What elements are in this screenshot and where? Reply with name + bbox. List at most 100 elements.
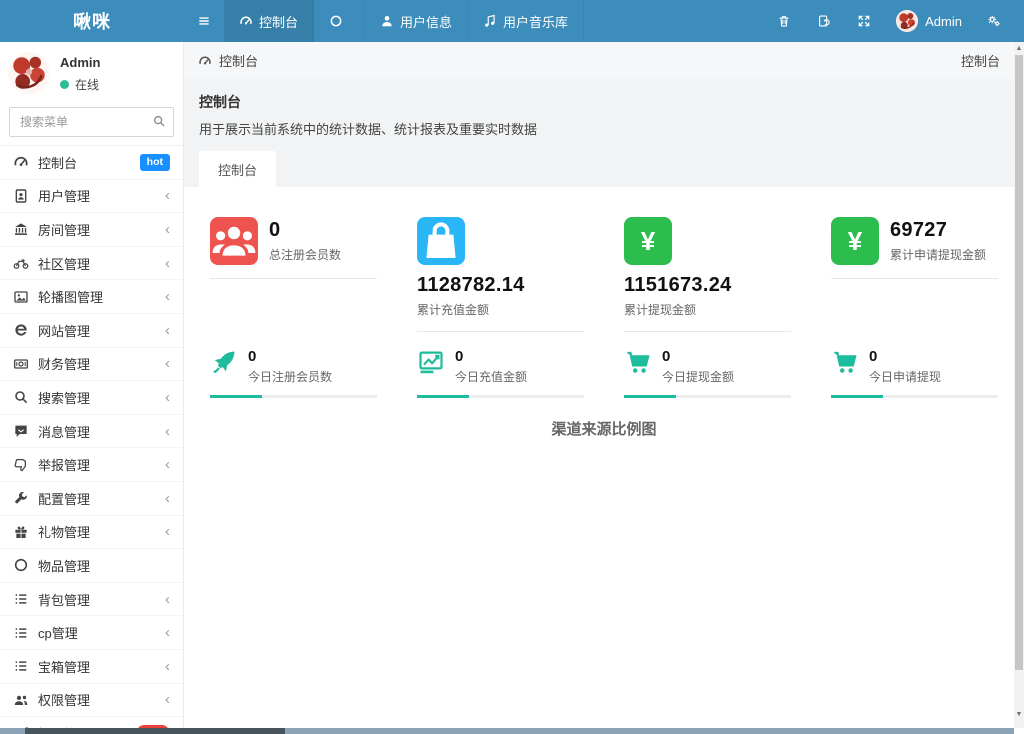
scrollbar-thumb[interactable]: [1015, 55, 1023, 670]
menu-item-label: 轮播图管理: [38, 287, 103, 306]
sidebar-user-panel: Admin 在线: [0, 42, 183, 102]
chevron-left-icon: ‹: [165, 625, 170, 640]
sidebar-menu-item[interactable]: 用户管理 ‹: [0, 180, 183, 214]
avatar[interactable]: [8, 52, 50, 94]
chevron-left-icon: ‹: [165, 390, 170, 405]
status-label: 在线: [75, 76, 99, 93]
sidebar-menu-item[interactable]: 背包管理 ‹: [0, 583, 183, 617]
chevron-left-icon: ‹: [165, 592, 170, 607]
stat-label: 今日注册会员数: [248, 368, 332, 385]
horizontal-scrollbar[interactable]: [0, 728, 1014, 734]
menu-item-label: 控制台: [38, 153, 77, 172]
sidebar-menu-item[interactable]: 财务管理 ‹: [0, 348, 183, 382]
navtab-dashboard[interactable]: 控制台: [224, 0, 314, 42]
divider: [210, 278, 377, 279]
sidebar-menu-item[interactable]: cp管理 ‹: [0, 616, 183, 650]
sidebar-menu-item[interactable]: 礼物管理 ‹: [0, 516, 183, 550]
progress-bar: [417, 395, 584, 398]
list-icon: [13, 625, 29, 641]
scroll-up-icon[interactable]: ▲: [1014, 43, 1024, 54]
tab-dashboard[interactable]: 控制台: [199, 151, 276, 187]
stat-value: 1151673.24: [624, 274, 791, 297]
thumbs-down-icon: [13, 457, 29, 473]
navtab-label: 用户音乐库: [503, 12, 568, 31]
stat-box-small: 0 今日充值金额: [397, 348, 604, 398]
sidebar-menu: 控制台 hot 用户管理 ‹ 房间管理 ‹ 社区管理 ‹ 轮播图管理 ‹ 网站管…: [0, 145, 183, 734]
user-group-icon: [210, 217, 258, 265]
menu-item-label: 权限管理: [38, 690, 90, 709]
menu-item-label: 消息管理: [38, 422, 90, 441]
menu-item-label: 用户管理: [38, 186, 90, 205]
sidebar-menu-item[interactable]: 轮播图管理 ‹: [0, 280, 183, 314]
address-book-icon: [13, 188, 29, 204]
search-input[interactable]: [9, 107, 174, 137]
chevron-left-icon: ‹: [165, 457, 170, 472]
vertical-scrollbar[interactable]: ▲ ▼: [1014, 42, 1024, 728]
menu-item-label: 网站管理: [38, 321, 90, 340]
sidebar-menu-item[interactable]: 宝箱管理 ‹: [0, 650, 183, 684]
main-content: 控制台 控制台 控制台 用于展示当前系统中的统计数据、统计报表及重要实时数据 控…: [184, 42, 1024, 734]
page-title: 控制台: [199, 92, 1009, 112]
fullscreen-icon: [857, 14, 871, 28]
refresh-cache-button[interactable]: [804, 14, 844, 28]
chevron-left-icon: ‹: [165, 256, 170, 271]
page-description: 用于展示当前系统中的统计数据、统计报表及重要实时数据: [199, 119, 1009, 138]
navtab-user-info[interactable]: 用户信息: [365, 0, 468, 42]
bag-icon: [417, 217, 465, 265]
sidebar-menu-item[interactable]: 搜索管理 ‹: [0, 381, 183, 415]
stat-value: 0: [248, 348, 332, 365]
cogs-icon: [987, 14, 1001, 28]
page-header-panel: 控制台 用于展示当前系统中的统计数据、统计报表及重要实时数据 控制台: [184, 79, 1024, 187]
sidebar-username: Admin: [60, 55, 100, 70]
chevron-left-icon: ‹: [165, 222, 170, 237]
settings-button[interactable]: [974, 14, 1014, 28]
menu-item-label: 物品管理: [38, 556, 90, 575]
chevron-left-icon: ‹: [165, 188, 170, 203]
clear-cache-button[interactable]: [764, 14, 804, 28]
navtab-user-music[interactable]: 用户音乐库: [468, 0, 584, 42]
sidebar-menu-item[interactable]: 物品管理: [0, 549, 183, 583]
username-label: Admin: [925, 14, 962, 29]
hamburger-icon: [197, 14, 211, 28]
scroll-down-icon[interactable]: ▼: [1014, 709, 1024, 720]
chart-line-icon: [417, 348, 445, 376]
chevron-left-icon: ‹: [165, 692, 170, 707]
user-menu[interactable]: Admin: [884, 10, 974, 32]
trash-icon: [777, 14, 791, 28]
stat-box: 0 总注册会员数: [190, 217, 397, 279]
sidebar-menu-item[interactable]: 网站管理 ‹: [0, 314, 183, 348]
menu-item-label: 房间管理: [38, 220, 90, 239]
divider: [417, 331, 584, 332]
chevron-left-icon: ‹: [165, 356, 170, 371]
sidebar-menu-item[interactable]: 配置管理 ‹: [0, 482, 183, 516]
dashboard-icon: [239, 14, 253, 28]
breadcrumb-current[interactable]: 控制台: [219, 51, 258, 70]
navtab-loading[interactable]: [314, 0, 365, 42]
sidebar-menu-item[interactable]: 社区管理 ‹: [0, 247, 183, 281]
scrollbar-thumb[interactable]: [25, 728, 285, 734]
gift-icon: [13, 524, 29, 540]
sidebar-menu-item[interactable]: 权限管理 ‹: [0, 684, 183, 718]
progress-bar: [624, 395, 791, 398]
fullscreen-button[interactable]: [844, 14, 884, 28]
progress-bar: [210, 395, 377, 398]
sidebar-menu-item[interactable]: 消息管理 ‹: [0, 415, 183, 449]
yen-icon: ¥: [831, 217, 879, 265]
app-brand[interactable]: 啾咪: [0, 0, 184, 42]
users-icon: [13, 692, 29, 708]
circle-o-icon: [13, 557, 29, 573]
list-icon: [13, 658, 29, 674]
stat-box-small: 0 今日注册会员数: [190, 348, 397, 398]
stat-value: 69727: [890, 219, 986, 242]
sidebar-menu-item[interactable]: 控制台 hot: [0, 146, 183, 180]
search-icon: [152, 114, 166, 128]
chevron-left-icon: ‹: [165, 289, 170, 304]
menu-item-label: 配置管理: [38, 489, 90, 508]
sidebar-toggle-button[interactable]: [184, 0, 224, 42]
sidebar-menu-item[interactable]: 房间管理 ‹: [0, 213, 183, 247]
stat-value: 0: [269, 219, 341, 242]
menu-item-label: 举报管理: [38, 455, 90, 474]
secondary-stats: 0 今日注册会员数 0 今日充值金额 0 今日提现金额: [190, 348, 1018, 398]
stat-value: 0: [869, 348, 941, 365]
sidebar-menu-item[interactable]: 举报管理 ‹: [0, 448, 183, 482]
